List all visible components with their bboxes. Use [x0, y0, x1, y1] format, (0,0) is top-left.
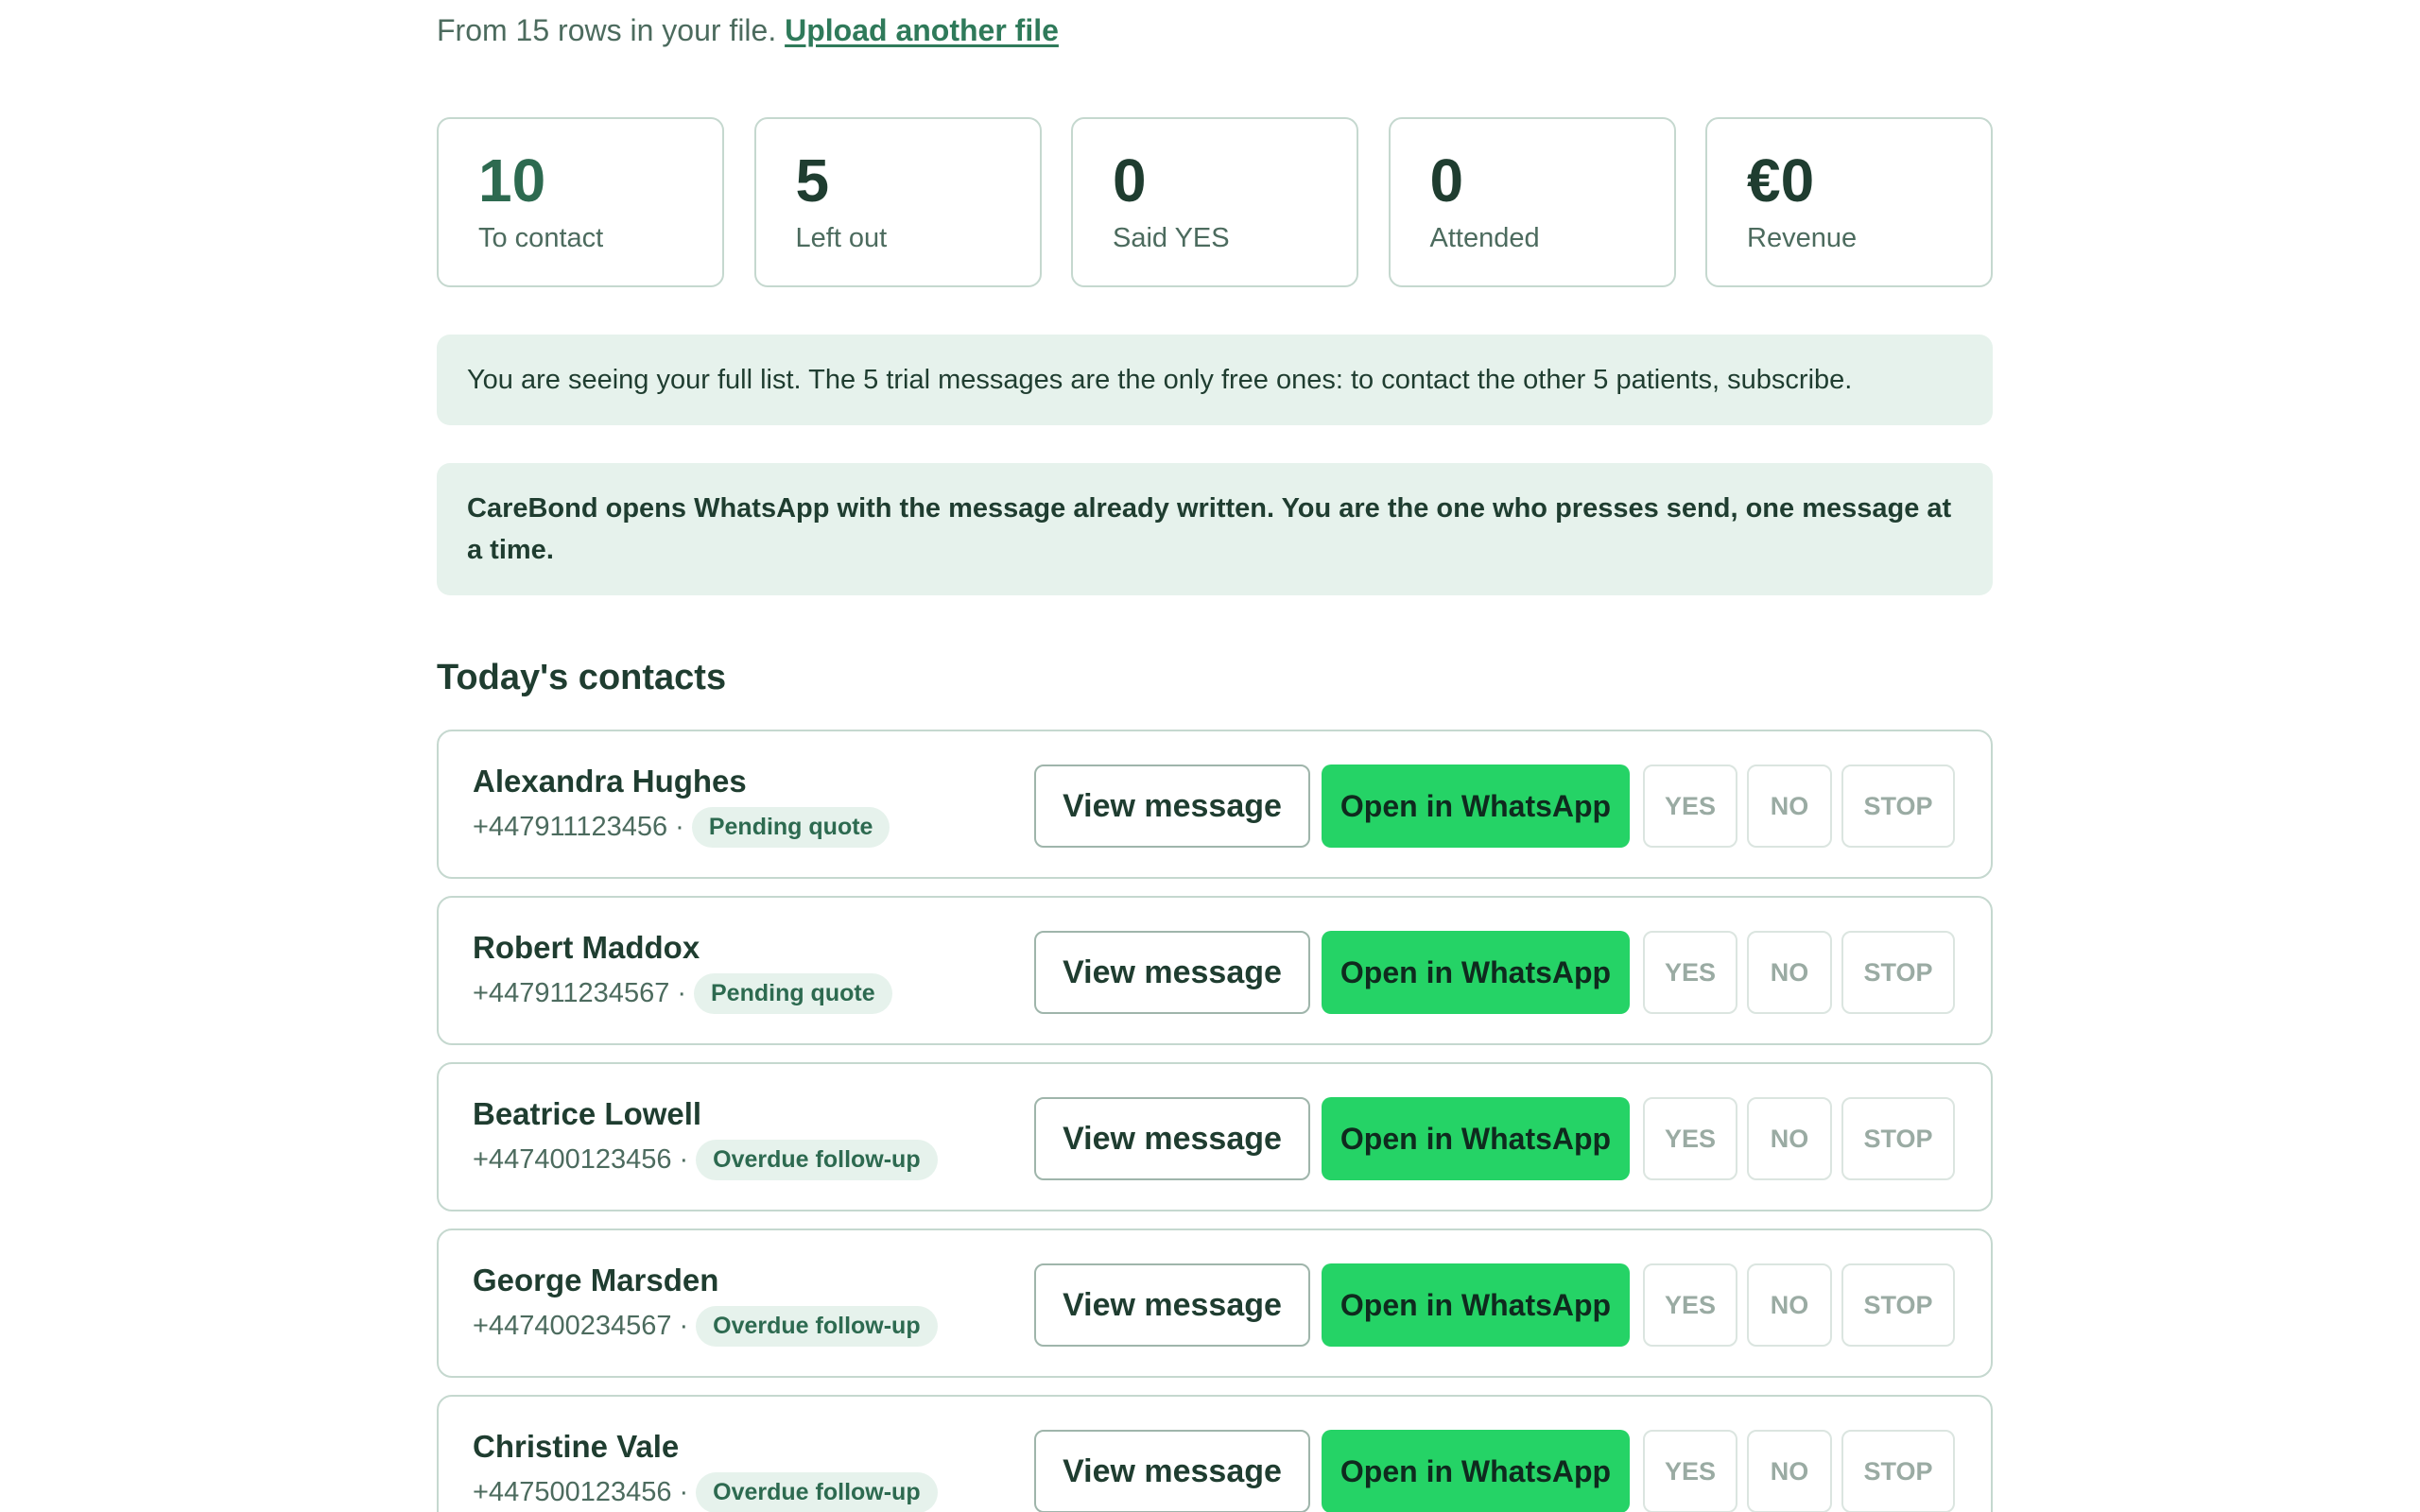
- stop-button[interactable]: STOP: [1841, 931, 1955, 1014]
- stat-card-revenue: €0 Revenue: [1705, 117, 1993, 287]
- contact-name: Beatrice Lowell: [473, 1096, 702, 1131]
- contact-name: Alexandra Hughes: [473, 764, 747, 799]
- yes-button[interactable]: YES: [1643, 765, 1737, 848]
- contact-phone: +447911234567: [473, 978, 670, 1008]
- no-button[interactable]: NO: [1747, 765, 1832, 848]
- stat-label: Left out: [795, 223, 888, 253]
- stat-value: 0: [1429, 146, 1464, 215]
- row-actions: View message Open in WhatsApp YES NO STO…: [1034, 1430, 1955, 1512]
- yes-button[interactable]: YES: [1643, 1430, 1737, 1512]
- row-actions: View message Open in WhatsApp YES NO STO…: [1034, 1263, 1955, 1347]
- open-whatsapp-button[interactable]: Open in WhatsApp: [1322, 1263, 1630, 1347]
- stat-label: Revenue: [1747, 223, 1858, 253]
- yes-button[interactable]: YES: [1643, 1263, 1737, 1347]
- no-button[interactable]: NO: [1747, 1097, 1832, 1180]
- separator-dot: ·: [679, 1144, 689, 1175]
- stat-label: Attended: [1429, 223, 1540, 253]
- contact-phone: +447500123456: [473, 1477, 672, 1507]
- contact-phone: +447911123456: [473, 812, 668, 842]
- view-message-button[interactable]: View message: [1034, 1263, 1310, 1347]
- status-badge: Overdue follow-up: [696, 1472, 938, 1512]
- stat-label: To contact: [478, 223, 604, 253]
- status-badge: Pending quote: [694, 973, 892, 1014]
- trial-notice: You are seeing your full list. The 5 tri…: [437, 335, 1993, 425]
- contact-row: Beatrice Lowell +447400123456 · Overdue …: [437, 1062, 1993, 1211]
- open-whatsapp-button[interactable]: Open in WhatsApp: [1322, 1430, 1630, 1512]
- contact-phone: +447400234567: [473, 1311, 672, 1341]
- separator-dot: ·: [679, 1477, 689, 1507]
- status-badge: Pending quote: [691, 807, 890, 848]
- stat-label: Said YES: [1113, 223, 1230, 253]
- open-whatsapp-button[interactable]: Open in WhatsApp: [1322, 931, 1630, 1014]
- stat-value: 10: [478, 146, 546, 215]
- no-button[interactable]: NO: [1747, 931, 1832, 1014]
- contact-phone: +447400123456: [473, 1144, 672, 1175]
- stop-button[interactable]: STOP: [1841, 765, 1955, 848]
- stat-card-attended: 0 Attended: [1388, 117, 1676, 287]
- status-badge: Overdue follow-up: [696, 1306, 938, 1347]
- contact-details: +447500123456 · Overdue follow-up: [473, 1472, 938, 1512]
- row-actions: View message Open in WhatsApp YES NO STO…: [1034, 931, 1955, 1014]
- separator-dot: ·: [675, 812, 684, 842]
- yes-button[interactable]: YES: [1643, 1097, 1737, 1180]
- stop-button[interactable]: STOP: [1841, 1097, 1955, 1180]
- whatsapp-info-notice: CareBond opens WhatsApp with the message…: [437, 463, 1993, 595]
- contact-row: Christine Vale +447500123456 · Overdue f…: [437, 1395, 1993, 1512]
- no-button[interactable]: NO: [1747, 1263, 1832, 1347]
- contact-details: +447911234567 · Pending quote: [473, 973, 892, 1014]
- contact-name: George Marsden: [473, 1263, 719, 1297]
- stat-card-left-out: 5 Left out: [753, 117, 1042, 287]
- contact-details: +447911123456 · Pending quote: [473, 807, 890, 848]
- contact-details: +447400234567 · Overdue follow-up: [473, 1306, 938, 1347]
- row-actions: View message Open in WhatsApp YES NO STO…: [1034, 765, 1955, 848]
- upload-another-file-link[interactable]: Upload another file: [785, 13, 1059, 47]
- contact-details: +447400123456 · Overdue follow-up: [473, 1140, 938, 1180]
- stop-button[interactable]: STOP: [1841, 1430, 1955, 1512]
- contact-name: Robert Maddox: [473, 930, 700, 965]
- separator-dot: ·: [677, 978, 686, 1008]
- open-whatsapp-button[interactable]: Open in WhatsApp: [1322, 1097, 1630, 1180]
- stat-value: 5: [795, 146, 830, 215]
- view-message-button[interactable]: View message: [1034, 1097, 1310, 1180]
- view-message-button[interactable]: View message: [1034, 931, 1310, 1014]
- stat-card-said-yes: 0 Said YES: [1071, 117, 1358, 287]
- stat-value: €0: [1747, 146, 1815, 215]
- separator-dot: ·: [679, 1311, 689, 1341]
- stat-value: 0: [1113, 146, 1147, 215]
- open-whatsapp-button[interactable]: Open in WhatsApp: [1322, 765, 1630, 848]
- stats-row: 10 To contact 5 Left out 0 Said YES 0 At…: [437, 117, 1993, 287]
- section-title: Today's contacts: [437, 658, 727, 697]
- contact-row: George Marsden +447400234567 · Overdue f…: [437, 1228, 1993, 1378]
- view-message-button[interactable]: View message: [1034, 765, 1310, 848]
- contact-row: Robert Maddox +447911234567 · Pending qu…: [437, 896, 1993, 1045]
- contact-name: Christine Vale: [473, 1429, 680, 1464]
- stop-button[interactable]: STOP: [1841, 1263, 1955, 1347]
- stat-card-to-contact: 10 To contact: [437, 117, 724, 287]
- file-summary: From 15 rows in your file. Upload anothe…: [437, 13, 1059, 48]
- status-badge: Overdue follow-up: [696, 1140, 938, 1180]
- page: From 15 rows in your file. Upload anothe…: [0, 0, 2420, 1512]
- view-message-button[interactable]: View message: [1034, 1430, 1310, 1512]
- no-button[interactable]: NO: [1747, 1430, 1832, 1512]
- rows-text: From 15 rows in your file.: [437, 13, 777, 47]
- row-actions: View message Open in WhatsApp YES NO STO…: [1034, 1097, 1955, 1180]
- yes-button[interactable]: YES: [1643, 931, 1737, 1014]
- contact-row: Alexandra Hughes +447911123456 · Pending…: [437, 730, 1993, 879]
